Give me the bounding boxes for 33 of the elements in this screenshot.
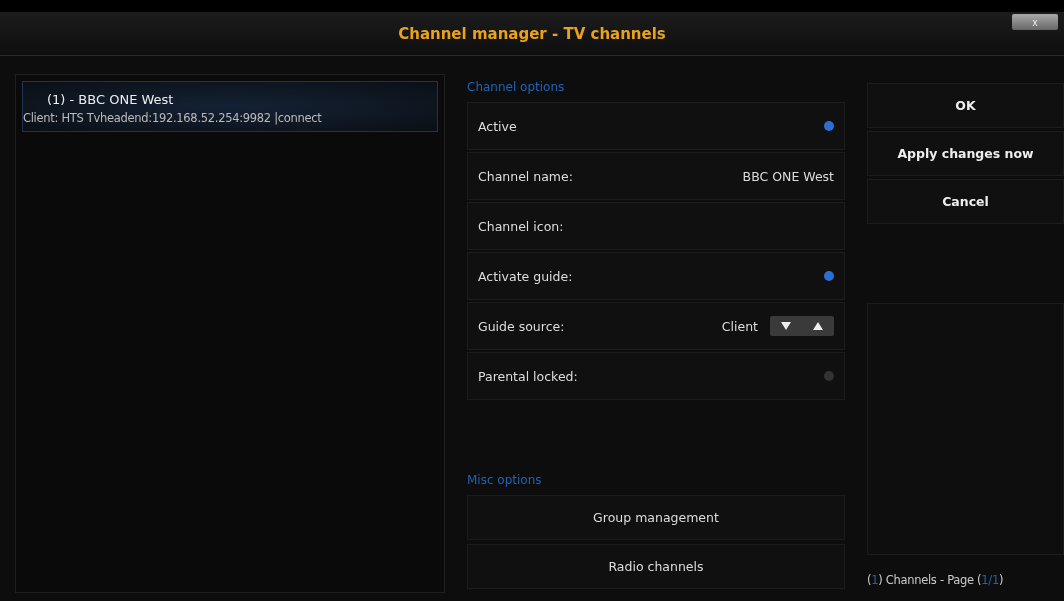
- setting-row[interactable]: Activate guide:: [467, 252, 845, 300]
- down-button[interactable]: [770, 316, 802, 336]
- action-button[interactable]: Cancel: [867, 179, 1064, 224]
- page-status: (1) Channels - Page (1/1): [867, 573, 1005, 587]
- setting-label: Guide source:: [478, 318, 565, 334]
- channel-title: (1) - BBC ONE West: [46, 92, 175, 107]
- setting-row[interactable]: Parental locked:: [467, 352, 845, 400]
- setting-row[interactable]: Guide source: Client: [467, 302, 845, 350]
- action-button[interactable]: Apply changes now: [867, 131, 1064, 176]
- toggle-radio[interactable]: [824, 371, 834, 381]
- toggle-radio[interactable]: [824, 121, 834, 131]
- channel-client: Client: HTS Tvheadend:192.168.52.254:9982 |connect: [23, 111, 323, 125]
- option-button[interactable]: Radio channels: [467, 544, 845, 589]
- setting-label: Active: [478, 118, 517, 134]
- option-button[interactable]: Group management: [467, 495, 845, 540]
- action-button[interactable]: OK: [867, 83, 1064, 128]
- section-heading: Misc options: [467, 473, 543, 487]
- up-icon: [813, 322, 823, 330]
- setting-value: BBC ONE West: [742, 168, 834, 184]
- setting-label: Activate guide:: [478, 268, 573, 284]
- down-icon: [781, 322, 791, 330]
- setting-row[interactable]: Channel icon:: [467, 202, 845, 250]
- channel-list-item[interactable]: (1) - BBC ONE West Client: HTS Tvheadend:192.168.52.254:9982 |connect: [22, 81, 438, 132]
- setting-label: Channel name:: [478, 168, 573, 184]
- setting-label: Parental locked:: [478, 368, 578, 384]
- section-heading: Channel options: [467, 80, 566, 94]
- setting-row[interactable]: Channel name: BBC ONE West: [467, 152, 845, 200]
- toggle-radio[interactable]: [824, 271, 834, 281]
- setting-row[interactable]: Active: [467, 102, 845, 150]
- setting-value: Client: [721, 318, 758, 334]
- setting-label: Channel icon:: [478, 218, 564, 234]
- up-button[interactable]: [802, 316, 834, 336]
- window-title: Channel manager - TV channels: [398, 24, 666, 43]
